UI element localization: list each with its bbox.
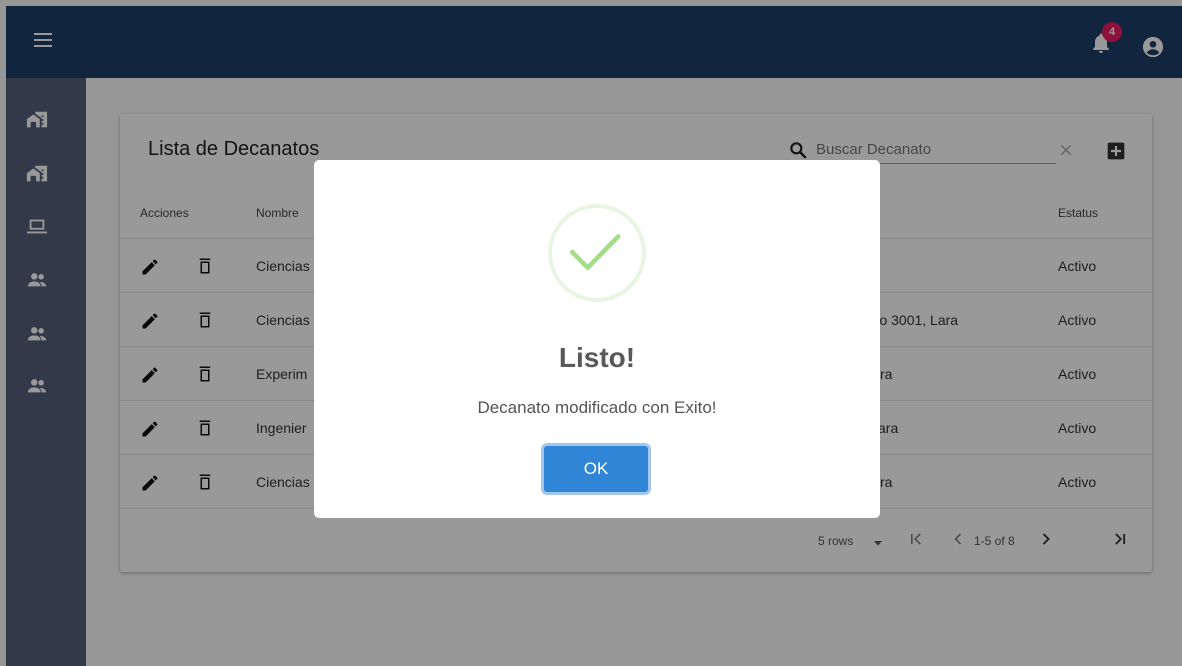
success-dialog: Listo! Decanato modificado con Exito! OK (314, 160, 880, 518)
dialog-message: Decanato modificado con Exito! (477, 398, 717, 417)
ok-button[interactable]: OK (544, 446, 648, 492)
dialog-title: Listo! (558, 342, 636, 373)
success-check-icon (548, 204, 646, 302)
